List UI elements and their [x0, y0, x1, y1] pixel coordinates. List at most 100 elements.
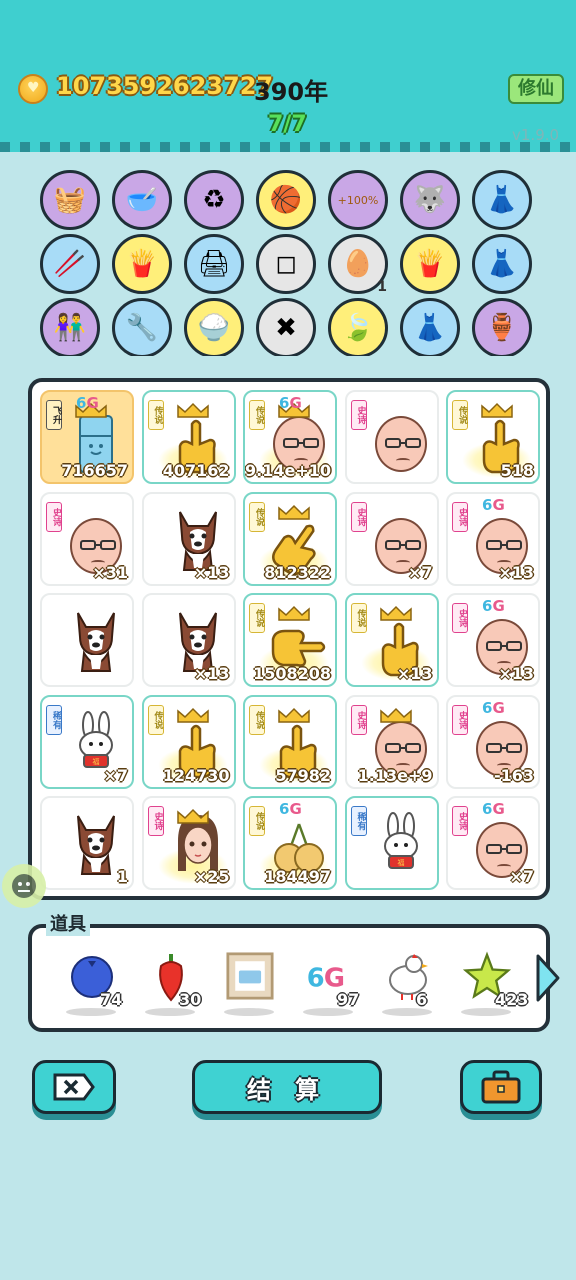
rarity-tag: 传说: [147, 704, 164, 735]
board-cell[interactable]: 史诗 6G ×13: [446, 593, 540, 687]
chili-item[interactable]: 30: [139, 948, 209, 1028]
board-cell[interactable]: 传说 6G 9.14e+10: [243, 390, 337, 484]
pump-icon[interactable]: 🔧: [112, 298, 172, 356]
board-cell[interactable]: 史诗 ×31: [40, 491, 134, 586]
rarity-tag: 稀有: [350, 806, 367, 836]
cell-value: 1: [116, 867, 128, 886]
board-cell[interactable]: 史诗 6G -163: [446, 694, 540, 789]
cell-value: -163: [493, 765, 534, 785]
header-stripe: [0, 142, 576, 152]
jar-icon[interactable]: 🏺: [472, 298, 532, 356]
close-tag-icon: [53, 1073, 95, 1101]
board-cell[interactable]: 史诗 ×7: [344, 491, 439, 586]
recycle-icon[interactable]: ♻: [184, 170, 244, 230]
board-cell[interactable]: 史诗: [344, 390, 439, 484]
fries-icon[interactable]: 🍟: [112, 234, 172, 294]
basketballs-icon[interactable]: 🏀: [256, 170, 316, 230]
board-cell[interactable]: 史诗 6G ×13: [446, 491, 540, 586]
cell-value: 184497: [264, 867, 331, 886]
rarity-tag: 传说: [249, 603, 265, 633]
board-cell[interactable]: 福 稀有 ×7: [40, 694, 134, 789]
husky-icon[interactable]: 🐺: [400, 170, 460, 230]
assistant-float-icon[interactable]: [2, 864, 46, 908]
6g-item[interactable]: 6 G 97: [297, 948, 367, 1028]
collection-grid: 🧺 🥣 ♻ 🏀 +100% 🐺 👗 🥢 🍟 🖨 ◻ 🥚 1 🍟 👗 👫 🔧 🍚 ✖ 🍃 👗 🏺: [36, 168, 546, 356]
printer-frame-item[interactable]: [218, 948, 288, 1028]
xiuxian-button[interactable]: 修仙: [508, 74, 564, 104]
blueberry-item[interactable]: 74: [60, 948, 130, 1028]
board-cell[interactable]: 史诗 6G ×7: [446, 796, 540, 890]
chicken-item[interactable]: 6: [376, 948, 446, 1028]
rarity-tag: 史诗: [452, 704, 468, 735]
cell-value: ×7: [509, 867, 534, 886]
board-cell[interactable]: 传说 812322: [243, 491, 337, 586]
skirt-icon-3[interactable]: 👗: [400, 298, 460, 356]
6g-badge: 6G: [482, 597, 505, 615]
board-cell[interactable]: [40, 593, 134, 687]
board-cell[interactable]: 史诗 1.13e+9: [344, 694, 439, 789]
pet-bowl-icon[interactable]: 🥣: [112, 170, 172, 230]
item-quantity: 97: [337, 990, 360, 1009]
cell-value: 124730: [162, 765, 230, 785]
husky-dog-icon: [77, 612, 115, 672]
star-item[interactable]: 423: [455, 948, 529, 1028]
rabbit-icon: 福: [383, 812, 418, 869]
rarity-tag: 史诗: [452, 501, 468, 532]
oldman-face-icon: [374, 416, 427, 472]
settle-button[interactable]: 结 算: [192, 1060, 382, 1114]
board-cell[interactable]: 传说 ×13: [344, 593, 439, 687]
svg-text:G: G: [324, 963, 345, 993]
couple-icon[interactable]: 👫: [40, 298, 100, 356]
board-cell[interactable]: 传说 6G 184497: [243, 796, 337, 890]
skirt-icon[interactable]: 👗: [472, 170, 532, 230]
rice-bowl-icon[interactable]: 🍚: [184, 298, 244, 356]
board-cell[interactable]: 福 稀有: [344, 796, 439, 890]
board-cell[interactable]: 飞升 6G 716657: [40, 390, 134, 484]
leaf-icon[interactable]: 🍃: [328, 298, 388, 356]
chopsticks-icon[interactable]: 🥢: [40, 234, 100, 294]
board-cell[interactable]: 史诗 ×25: [141, 796, 236, 890]
cell-value: 9.14e+10: [245, 461, 331, 480]
board-cell[interactable]: 传说 1508208: [243, 593, 337, 687]
rarity-tag: 史诗: [350, 704, 367, 735]
merge-board: 飞升 6G 716657 传说 407162 传说 6G 9.14e+10 史诗 传说 518 史诗 ×…: [28, 378, 550, 900]
gift-box-icon[interactable]: +100%: [328, 170, 388, 230]
board-cell[interactable]: 传说 124730: [141, 694, 236, 789]
board-cell[interactable]: ×13: [141, 593, 236, 687]
rarity-tag: 史诗: [46, 501, 62, 532]
rarity-tag: 稀有: [46, 704, 62, 735]
svg-text:6: 6: [307, 963, 325, 993]
fruit-basket-icon[interactable]: 🧺: [40, 170, 100, 230]
fries-icon-2[interactable]: 🍟: [400, 234, 460, 294]
cell-value: ×13: [498, 562, 534, 582]
egg-tray-icon[interactable]: 🥚 1: [328, 234, 388, 295]
board-cell[interactable]: 传说 57982: [243, 694, 337, 789]
item-quantity: 423: [495, 990, 529, 1009]
board-cell[interactable]: ×13: [141, 491, 236, 586]
money-amount: 1073592623727: [56, 72, 274, 100]
cell-value: 1.13e+9: [357, 765, 433, 785]
bag-button[interactable]: [460, 1060, 542, 1114]
svg-text:福: 福: [93, 757, 100, 766]
skirt-icon-2[interactable]: 👗: [472, 234, 532, 294]
sugar-cubes-icon[interactable]: ◻: [256, 234, 316, 294]
board-cell[interactable]: 传说 518: [446, 390, 540, 484]
items-panel: 74 30 6 G 97 6 423: [28, 924, 550, 1032]
rarity-tag: 传说: [350, 603, 367, 633]
rarity-tag: 史诗: [350, 400, 367, 430]
cell-value: 812322: [264, 562, 331, 582]
printer-icon[interactable]: 🖨: [184, 234, 244, 294]
6g-badge: 6G: [482, 800, 505, 818]
close-tag-button[interactable]: [32, 1060, 116, 1114]
rarity-tag: 史诗: [452, 603, 468, 633]
cell-value: ×13: [498, 664, 534, 683]
rarity-tag: 史诗: [350, 501, 367, 532]
version-label: v1.9.0: [512, 126, 560, 144]
years-count: 390年: [254, 78, 329, 106]
close-tag-icon[interactable]: ✖: [256, 298, 316, 356]
rarity-tag: 传说: [249, 704, 265, 735]
board-cell[interactable]: 传说 407162: [141, 390, 236, 484]
progress-counter: 7/7: [268, 112, 307, 137]
scroll-right-arrow-icon[interactable]: [534, 950, 562, 1006]
board-cell[interactable]: 1: [40, 796, 134, 890]
